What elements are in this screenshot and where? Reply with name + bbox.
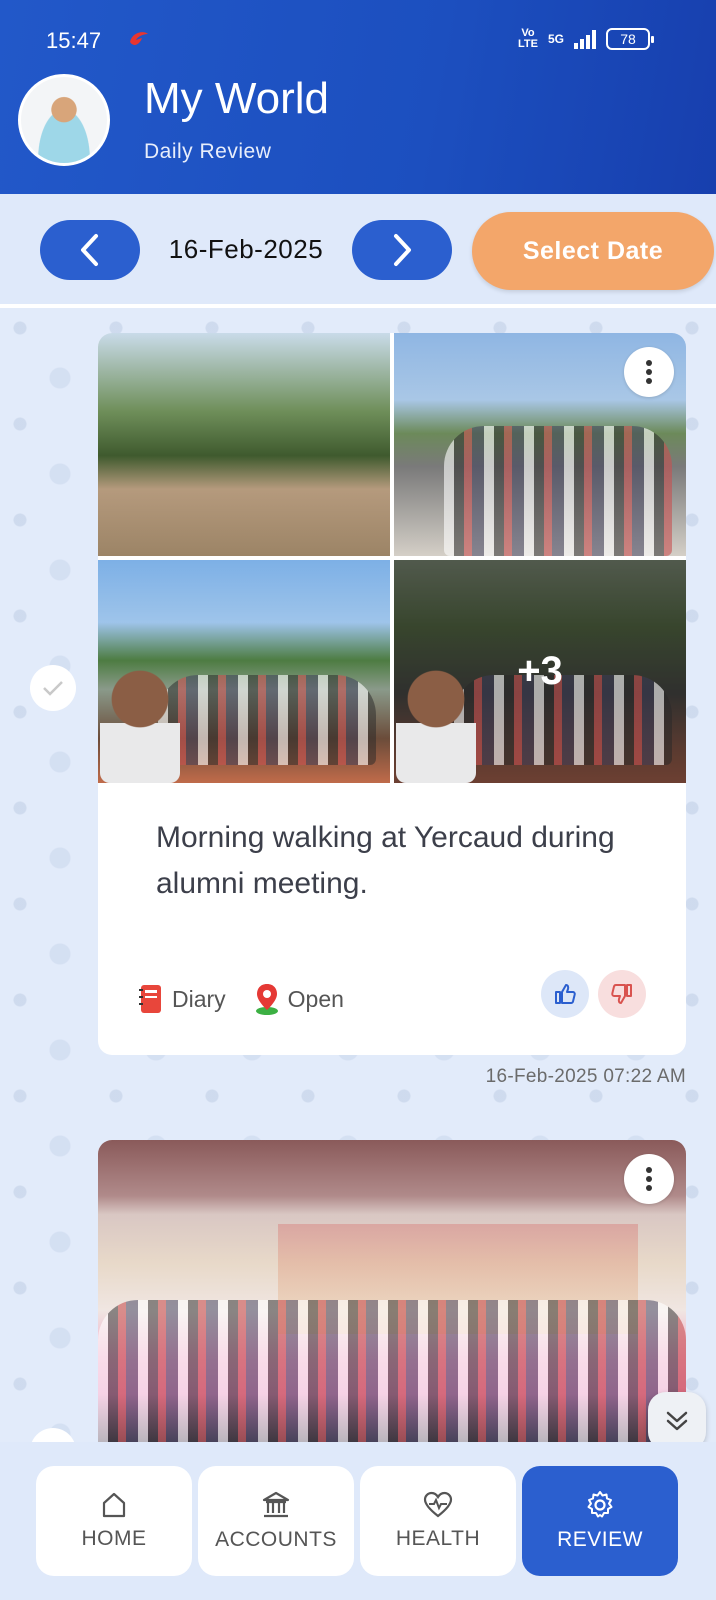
- heart-pulse-icon: [423, 1491, 453, 1518]
- volte-indicator: Vo LTE: [518, 28, 538, 50]
- post-photo-more[interactable]: +3: [394, 560, 686, 783]
- volte-bottom: LTE: [518, 38, 538, 50]
- nav-review[interactable]: REVIEW: [522, 1466, 678, 1576]
- page-title: My World: [144, 74, 329, 123]
- post-meta: Diary Open: [138, 983, 344, 1015]
- thumbs-down-icon: [611, 984, 632, 1004]
- post-menu-button[interactable]: [624, 347, 674, 397]
- current-date: 16-Feb-2025: [168, 234, 324, 264]
- notebook-icon: [139, 985, 161, 1013]
- scroll-down-button[interactable]: [648, 1392, 706, 1442]
- post-caption: Morning walking at Yercaud during alumni…: [156, 821, 615, 900]
- next-date-button[interactable]: [352, 220, 452, 280]
- post-photo[interactable]: [98, 1140, 686, 1442]
- category-label: Diary: [172, 985, 226, 1012]
- status-time: 15:47: [46, 28, 102, 53]
- bottom-navigation: HOME ACCOUNTS HEALTH REVIEW: [0, 1442, 716, 1600]
- photo-people: [444, 426, 672, 556]
- date-navigator: 16-Feb-2025 Select Date: [0, 194, 716, 306]
- home-icon: [102, 1492, 126, 1518]
- select-post-checkbox[interactable]: [30, 665, 76, 711]
- more-vertical-icon: [646, 360, 652, 384]
- select-date-button[interactable]: Select Date: [472, 212, 714, 290]
- thumbs-up-icon: [555, 984, 576, 1004]
- post-menu-button[interactable]: [624, 1154, 674, 1204]
- review-feed[interactable]: +3 Morning walking at Yercaud during alu…: [0, 308, 716, 1442]
- location-label: Open: [287, 985, 344, 1012]
- bank-icon: [262, 1491, 290, 1518]
- nav-accounts[interactable]: ACCOUNTS: [198, 1466, 354, 1576]
- post-photo[interactable]: [98, 560, 390, 783]
- network-type: 5G: [547, 32, 564, 46]
- chevron-left-icon: [81, 234, 98, 266]
- photo-face: [100, 663, 180, 783]
- more-vertical-icon: [646, 1167, 652, 1191]
- more-photos-count: +3: [517, 649, 563, 693]
- signal-icon: [574, 29, 596, 49]
- page-subtitle: Daily Review: [144, 140, 272, 163]
- carrier-icon: [130, 32, 148, 45]
- post-category[interactable]: Diary: [138, 984, 226, 1014]
- post-timestamp: 16-Feb-2025 07:22 AM: [485, 1066, 686, 1087]
- post-card[interactable]: [98, 1140, 686, 1442]
- like-button[interactable]: [541, 970, 589, 1018]
- nav-health[interactable]: HEALTH: [360, 1466, 516, 1576]
- gear-icon: [587, 1491, 613, 1518]
- avatar[interactable]: [18, 74, 110, 166]
- status-indicators: Vo LTE 5G 78: [518, 28, 654, 50]
- nav-home-label: HOME: [81, 1527, 147, 1550]
- battery-level: 78: [620, 31, 636, 47]
- battery-icon: 78: [606, 28, 654, 50]
- nav-accounts-label: ACCOUNTS: [215, 1528, 337, 1551]
- select-post-checkbox[interactable]: [30, 1428, 76, 1442]
- previous-date-button[interactable]: [40, 220, 140, 280]
- post-photo[interactable]: [98, 333, 390, 556]
- photo-people: [158, 675, 376, 765]
- nav-health-label: HEALTH: [395, 1527, 481, 1550]
- nav-home[interactable]: HOME: [36, 1466, 192, 1576]
- check-icon: [43, 681, 63, 696]
- post-location[interactable]: Open: [254, 983, 344, 1015]
- dislike-button[interactable]: [598, 970, 646, 1018]
- post-card[interactable]: +3 Morning walking at Yercaud during alu…: [98, 333, 686, 1055]
- photo-people: [98, 1300, 686, 1442]
- double-chevron-down-icon: [666, 1411, 688, 1431]
- chevron-right-icon: [394, 234, 411, 266]
- app-header: 15:47 Vo LTE 5G 78 My World Daily Review: [0, 0, 716, 194]
- map-pin-icon: [255, 984, 278, 1015]
- nav-review-label: REVIEW: [557, 1528, 643, 1551]
